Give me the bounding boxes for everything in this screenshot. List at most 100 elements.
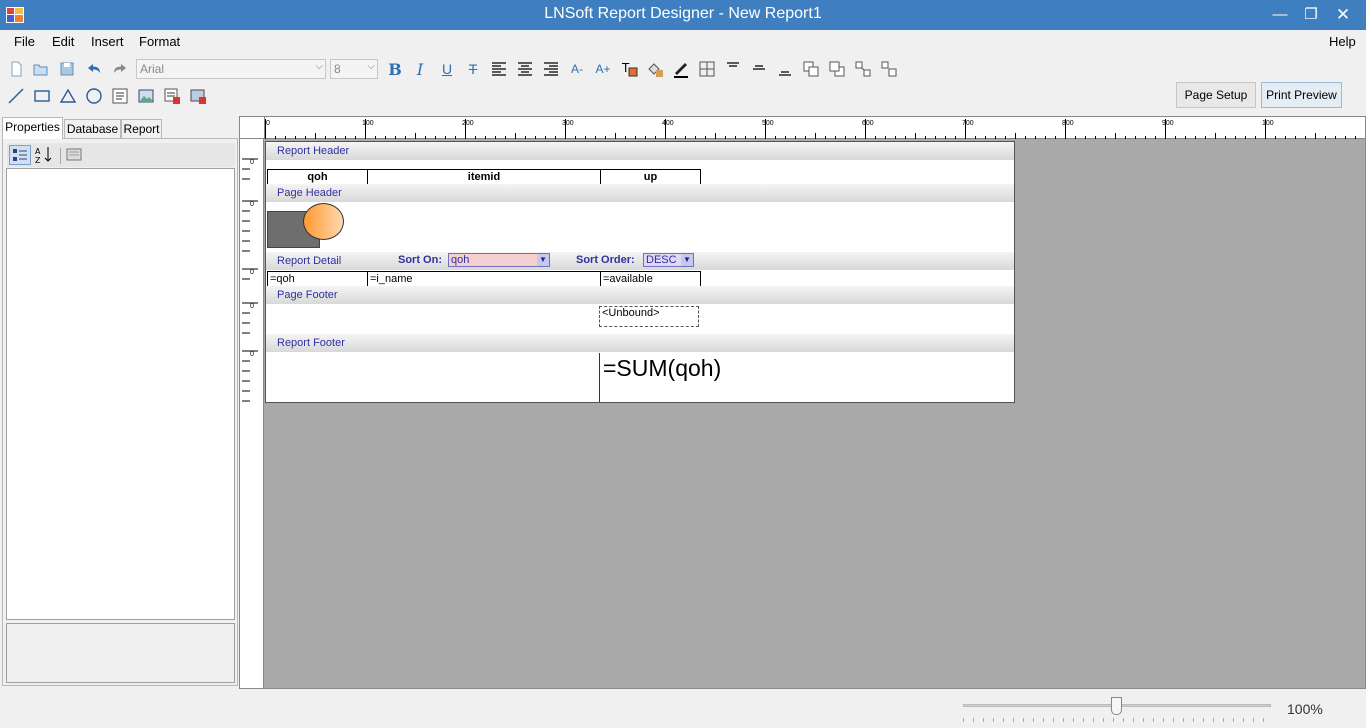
zoom-level: 100% bbox=[1287, 701, 1323, 717]
ruler-label: 700 bbox=[962, 120, 974, 127]
svg-text:A: A bbox=[35, 147, 41, 156]
ruler-label: 200 bbox=[462, 120, 474, 127]
ruler-label: 0 bbox=[250, 201, 254, 208]
line-tool-icon[interactable] bbox=[6, 86, 26, 106]
send-back-icon[interactable] bbox=[827, 59, 847, 79]
sort-az-icon: AZ bbox=[35, 147, 52, 165]
chevron-down-icon: ⌵ bbox=[315, 61, 323, 72]
vertical-ruler: 0 0 0 0 0 bbox=[240, 139, 264, 688]
group-icon[interactable] bbox=[853, 59, 873, 79]
svg-text:Z: Z bbox=[35, 156, 41, 165]
insert-toolbar bbox=[0, 83, 1366, 109]
ruler-label: 0 bbox=[250, 351, 254, 358]
fill-color-icon[interactable] bbox=[645, 59, 665, 79]
ruler-label: 800 bbox=[1062, 120, 1074, 127]
ruler-label: 500 bbox=[762, 120, 774, 127]
band-report-detail[interactable]: Report Detail Sort On: qoh ▼ Sort Order:… bbox=[266, 252, 1014, 270]
window-title: LNSoft Report Designer - New Report1 bbox=[544, 5, 822, 22]
band-report-footer[interactable]: Report Footer bbox=[266, 334, 1014, 352]
align-bottom-icon[interactable] bbox=[775, 59, 795, 79]
unbound-field[interactable]: <Unbound> bbox=[599, 306, 699, 327]
sort-on-select[interactable]: qoh ▼ bbox=[448, 253, 550, 267]
properties-toolbar: AZ bbox=[7, 143, 235, 167]
barcode-tool-icon[interactable] bbox=[188, 86, 208, 106]
font-size-value: 8 bbox=[334, 62, 341, 76]
decrease-font-icon[interactable]: A- bbox=[567, 59, 587, 79]
property-grid[interactable] bbox=[6, 168, 235, 620]
ruler-label: 100 bbox=[362, 120, 374, 127]
sort-on-value: qoh bbox=[451, 254, 470, 266]
sort-on-label: Sort On: bbox=[398, 254, 442, 266]
line-color-icon[interactable] bbox=[671, 59, 691, 79]
textbox-tool-icon[interactable] bbox=[110, 86, 130, 106]
band-report-header[interactable]: Report Header bbox=[266, 142, 1014, 160]
image-tool-icon[interactable] bbox=[136, 86, 156, 106]
ruler-label: 0 bbox=[250, 269, 254, 276]
page-setup-button[interactable]: Page Setup bbox=[1176, 82, 1256, 108]
bold-icon[interactable]: B bbox=[385, 59, 405, 79]
align-top-icon[interactable] bbox=[723, 59, 743, 79]
ruler-label: 0 bbox=[250, 159, 254, 166]
zoom-slider-thumb[interactable] bbox=[1111, 697, 1122, 715]
font-name-select[interactable]: Arial ⌵ bbox=[136, 59, 326, 79]
tab-report[interactable]: Report bbox=[121, 119, 162, 139]
rectangle-tool-icon[interactable] bbox=[32, 86, 52, 106]
properties-panel: AZ bbox=[2, 138, 238, 686]
sort-order-select[interactable]: DESC ▼ bbox=[643, 253, 694, 267]
ruler-ticks bbox=[242, 158, 258, 402]
toolbar-separator bbox=[60, 148, 61, 164]
alphabetical-button[interactable]: AZ bbox=[34, 145, 56, 165]
maximize-button[interactable]: ❐ bbox=[1295, 0, 1327, 30]
ungroup-icon[interactable] bbox=[879, 59, 899, 79]
italic-icon[interactable]: I bbox=[410, 59, 430, 79]
design-canvas[interactable]: 0 100 200 300 400 500 600 700 800 900 10… bbox=[239, 116, 1366, 689]
ellipse-shape[interactable] bbox=[303, 203, 344, 240]
font-size-select[interactable]: 8 ⌵ bbox=[330, 59, 378, 79]
align-middle-icon[interactable] bbox=[749, 59, 769, 79]
title-bar: LNSoft Report Designer - New Report1 — ❐… bbox=[0, 0, 1366, 30]
bring-front-icon[interactable] bbox=[801, 59, 821, 79]
tab-properties[interactable]: Properties bbox=[2, 117, 63, 139]
sort-order-label: Sort Order: bbox=[576, 254, 635, 266]
underline-icon[interactable]: U bbox=[437, 59, 457, 79]
menu-help[interactable]: Help bbox=[1329, 34, 1356, 49]
font-name-value: Arial bbox=[140, 62, 165, 76]
property-pages-button[interactable] bbox=[65, 145, 85, 165]
menu-file[interactable]: File bbox=[14, 34, 35, 49]
sum-formula-field[interactable]: =SUM(qoh) bbox=[599, 353, 1013, 402]
align-center-icon[interactable] bbox=[515, 59, 535, 79]
formatting-toolbar: Arial ⌵ 8 ⌵ B I U T A- A+ T bbox=[0, 56, 1366, 82]
increase-font-icon[interactable]: A+ bbox=[593, 59, 613, 79]
zoom-slider-ticks bbox=[963, 718, 1264, 722]
band-report-detail-label: Report Detail bbox=[277, 255, 342, 267]
redo-icon[interactable] bbox=[110, 59, 130, 79]
property-description bbox=[6, 623, 235, 683]
field-tool-icon[interactable] bbox=[162, 86, 182, 106]
strikethrough-icon[interactable]: T bbox=[463, 59, 483, 79]
menu-edit[interactable]: Edit bbox=[52, 34, 74, 49]
triangle-tool-icon[interactable] bbox=[58, 86, 78, 106]
report-page[interactable]: Report Header qoh itemid up Page Header … bbox=[265, 141, 1015, 403]
minimize-button[interactable]: — bbox=[1264, 0, 1296, 30]
print-preview-button[interactable]: Print Preview bbox=[1261, 82, 1342, 108]
band-page-header[interactable]: Page Header bbox=[266, 184, 1014, 202]
undo-icon[interactable] bbox=[84, 59, 104, 79]
ruler-label: 400 bbox=[662, 120, 674, 127]
new-file-icon[interactable] bbox=[6, 59, 26, 79]
align-right-icon[interactable] bbox=[541, 59, 561, 79]
menu-insert[interactable]: Insert bbox=[91, 34, 124, 49]
ellipse-tool-icon[interactable] bbox=[84, 86, 104, 106]
open-folder-icon[interactable] bbox=[31, 59, 51, 79]
align-left-icon[interactable] bbox=[489, 59, 509, 79]
band-page-footer[interactable]: Page Footer bbox=[266, 286, 1014, 304]
menu-bar: File Edit Insert Format Help bbox=[0, 30, 1366, 54]
ruler-label: 900 bbox=[1162, 120, 1174, 127]
status-bar: 100% bbox=[0, 690, 1366, 728]
save-icon[interactable] bbox=[57, 59, 77, 79]
menu-format[interactable]: Format bbox=[139, 34, 180, 49]
close-button[interactable]: ✕ bbox=[1327, 0, 1359, 30]
categorized-button[interactable] bbox=[9, 145, 31, 165]
tab-database[interactable]: Database bbox=[64, 119, 121, 139]
text-color-icon[interactable]: T bbox=[619, 59, 639, 79]
borders-icon[interactable] bbox=[697, 59, 717, 79]
